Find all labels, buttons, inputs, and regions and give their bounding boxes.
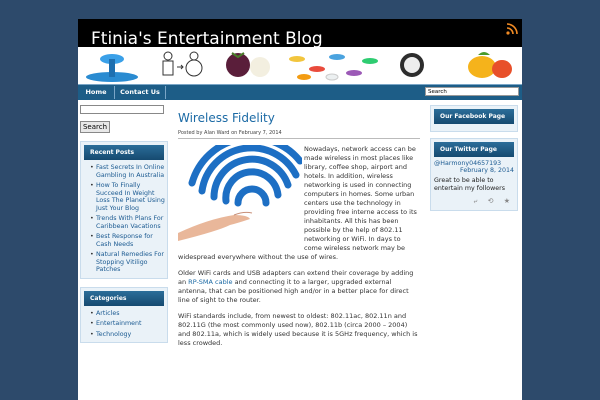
tweet-actions[interactable]: ⤶ ⟲ ★ [434,197,514,206]
nav-separator [165,86,166,99]
rambutan-image [382,47,456,84]
recent-post-link[interactable]: Trends With Plans For Caribbean Vacation… [90,215,167,230]
recent-posts-widget: Recent Posts Fast Secrets In Online Gamb… [80,141,168,279]
tweet-text: Great to be able to entertain my followe… [434,177,506,192]
recent-post-link[interactable]: Fast Secrets In Online Gambling In Austr… [90,164,167,179]
nav-search-input[interactable]: Search [425,87,519,96]
right-sidebar: Our Facebook Page Our Twitter Page @Harm… [430,105,518,217]
facebook-widget: Our Facebook Page [430,105,518,132]
rss-icon[interactable] [506,23,518,35]
recent-post-link[interactable]: How To Finally Succeed In Weight Loss Th… [90,182,167,212]
pills-image [282,47,382,84]
tweet-date[interactable]: February 8, 2014 [434,167,514,174]
category-link[interactable]: Articles [90,310,167,318]
post-title[interactable]: Wireless Fidelity [178,111,420,125]
post-paragraph: WiFi standards include, from newest to o… [178,312,418,347]
main-content: Wireless Fidelity Posted by Alan Ward on… [178,111,420,355]
main-nav: Home Contact Us Search [78,84,522,100]
left-sidebar: Search Recent Posts Fast Secrets In Onli… [80,105,168,343]
wifi-hand-image [178,145,302,245]
twitter-widget: Our Twitter Page @Harmony04657193 Februa… [430,138,518,211]
mangosteen-image [214,47,282,84]
rp-sma-cable-link[interactable]: RP-SMA cable [188,278,232,286]
mango-image [456,47,522,84]
post-meta: Posted by Alan Ward on February 7, 2014 [178,130,420,139]
page: Ftinia's Entertainment Blog Home Contact… [78,19,522,400]
site-title[interactable]: Ftinia's Entertainment Blog [91,29,323,49]
recent-posts-title: Recent Posts [84,145,164,160]
recent-post-link[interactable]: Natural Remedies For Stopping Vitiligo P… [90,251,167,274]
sidebar-search-input[interactable] [80,105,164,114]
category-link[interactable]: Technology [90,331,167,339]
facebook-title[interactable]: Our Facebook Page [434,109,514,124]
header-banner [78,47,522,84]
nav-contact-us[interactable]: Contact Us [115,85,165,100]
search-button[interactable]: Search [80,121,110,133]
weight-loss-image [146,47,214,84]
post-body: Nowadays, network access can be made wir… [178,145,420,348]
category-link[interactable]: Entertainment [90,320,167,328]
twitter-handle[interactable]: @Harmony04657193 [434,160,514,167]
nav-home[interactable]: Home [78,85,114,100]
twitter-title[interactable]: Our Twitter Page [434,142,514,157]
water-tower-image [78,47,146,84]
categories-widget: Categories Articles Entertainment Techno… [80,286,168,343]
recent-post-link[interactable]: Best Response for Cash Needs [90,233,167,248]
site-header: Ftinia's Entertainment Blog [78,19,522,84]
post-paragraph: Older WiFi cards and USB adapters can ex… [178,269,420,305]
categories-title: Categories [84,290,164,306]
